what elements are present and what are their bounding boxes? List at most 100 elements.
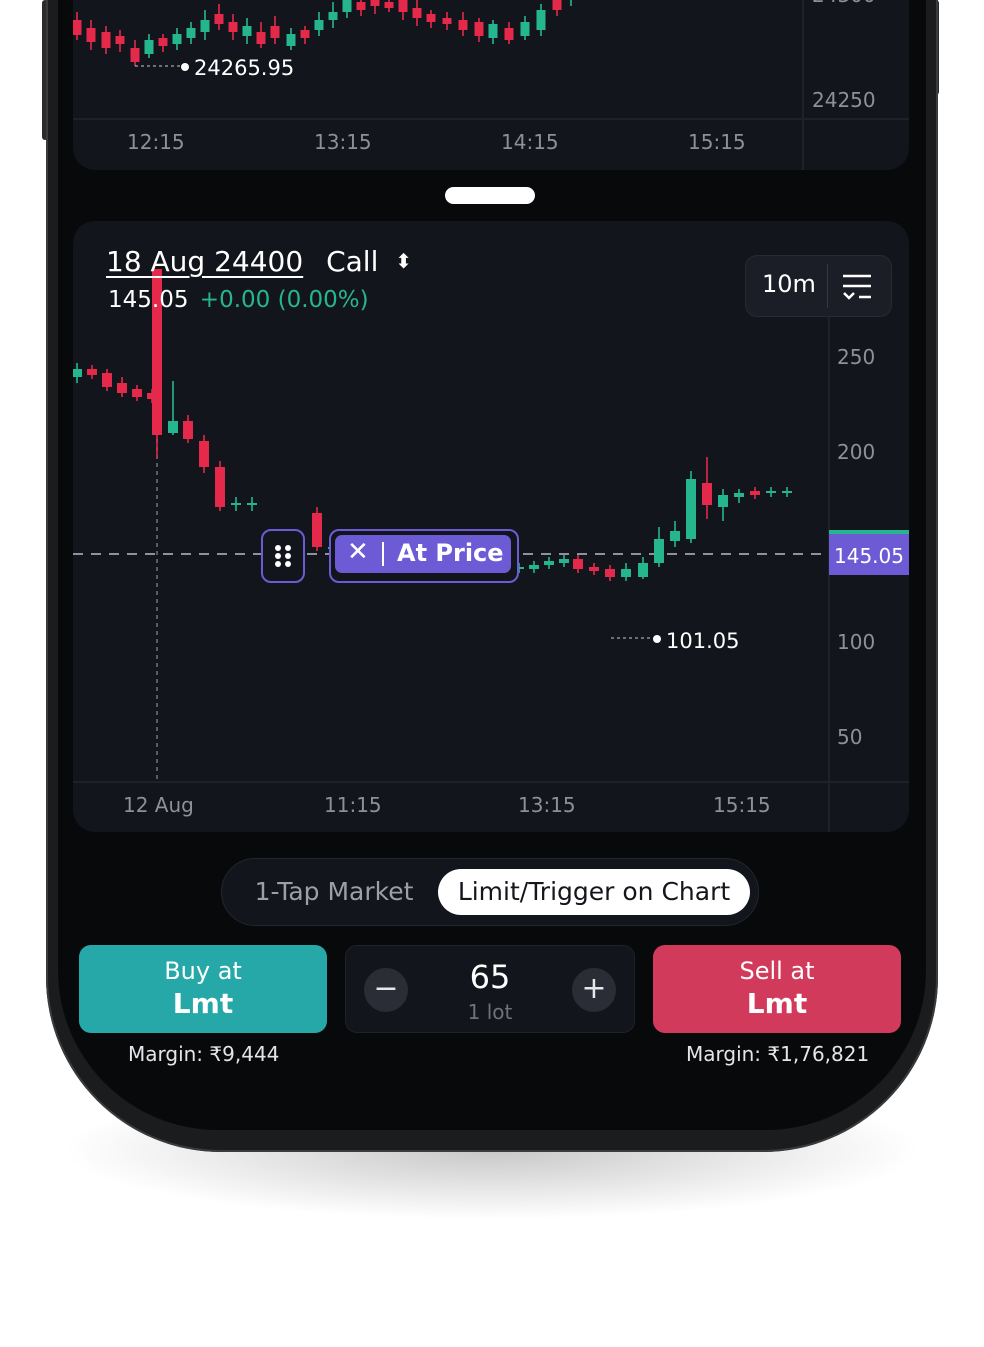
candle [356, 2, 366, 10]
candle [766, 491, 776, 493]
candle [686, 479, 696, 539]
order-line-label: At Price [397, 539, 504, 567]
candle [342, 0, 352, 12]
candle [529, 565, 539, 569]
candle [186, 28, 196, 38]
candle [242, 26, 252, 36]
price-axis-label: 50 [837, 725, 862, 749]
candle [87, 369, 97, 375]
candle [504, 28, 514, 40]
candle [589, 567, 599, 571]
candle [488, 24, 498, 38]
candle [782, 491, 792, 493]
sell-button[interactable]: Sell at Lmt [653, 945, 901, 1033]
order-mode-toggle: 1-Tap Market Limit/Trigger on Chart [221, 858, 759, 926]
candle [442, 18, 452, 24]
price-axis-label: 250 [837, 345, 875, 369]
time-axis-label: 14:15 [501, 130, 559, 154]
ltp: 145.05 [108, 287, 189, 313]
candle [115, 36, 125, 44]
candle [231, 503, 241, 505]
time-axis-label: 11:15 [324, 793, 382, 817]
candle [86, 28, 96, 42]
time-axis-label: 12:15 [127, 130, 185, 154]
low-marker-label: 101.05 [666, 629, 739, 653]
candle [300, 30, 310, 38]
candle [73, 369, 82, 377]
candle [702, 483, 712, 505]
candle [256, 32, 266, 44]
candle [654, 539, 664, 563]
grip-dots-icon [275, 545, 291, 567]
candle [638, 563, 648, 577]
divider [827, 264, 828, 308]
contract-name[interactable]: 18 Aug 24400 [106, 245, 303, 278]
candle [312, 513, 322, 547]
candle [412, 8, 422, 18]
order-mode-market[interactable]: 1-Tap Market [234, 869, 434, 915]
price-change: +0.00 (0.00%) [199, 287, 369, 313]
candle [670, 531, 680, 541]
candle [559, 559, 569, 563]
time-axis-label: 15:15 [688, 130, 746, 154]
phone-screen: 24265.95 24300 24250 12:15 13:15 14:15 1… [58, 0, 926, 1130]
candle [458, 20, 468, 30]
buy-line2: Lmt [172, 987, 234, 1020]
candle [172, 34, 182, 44]
order-line-pill-inner: ✕ At Price [335, 535, 511, 573]
candle [552, 0, 562, 10]
candle [426, 14, 436, 22]
current-price-tag: 145.05 [829, 530, 909, 575]
candle [605, 569, 615, 577]
index-chart-panel[interactable]: 24265.95 24300 24250 12:15 13:15 14:15 1… [73, 0, 909, 170]
candle [158, 38, 168, 46]
candle [73, 20, 82, 35]
candle [101, 32, 111, 48]
candle [398, 0, 408, 12]
chart-settings-icon[interactable] [841, 272, 873, 302]
candle [384, 2, 394, 8]
price-row: 145.05 +0.00 (0.00%) [108, 287, 369, 313]
candle [718, 495, 728, 507]
order-line-pill: ✕ At Price [329, 529, 519, 583]
timeframe-control: 10m [745, 255, 892, 317]
price-axis-label: 24250 [812, 88, 876, 112]
candle [314, 20, 324, 30]
price-axis-label: 100 [837, 630, 875, 654]
candle [270, 26, 280, 38]
option-type[interactable]: Call [326, 245, 378, 278]
timeframe-button[interactable]: 10m [762, 270, 816, 298]
candle [328, 12, 338, 20]
candle [117, 383, 127, 393]
candle [286, 34, 296, 46]
price-axis-label: 24300 [812, 0, 876, 7]
candle [544, 561, 554, 565]
low-marker-dot [653, 635, 661, 643]
buy-button[interactable]: Buy at Lmt [79, 945, 327, 1033]
option-chart-panel[interactable]: 101.05 250 200 100 50 12 Aug 11:15 13:15… [73, 221, 909, 832]
swap-sort-icon[interactable]: ⬍ [395, 249, 412, 273]
candle [132, 389, 142, 397]
current-price-label: 145.05 [834, 544, 904, 568]
increase-quantity-button[interactable]: + [572, 968, 616, 1012]
close-icon[interactable]: ✕ [347, 537, 369, 567]
low-marker-dot [181, 63, 189, 71]
candle [144, 40, 154, 54]
candle [215, 467, 225, 507]
candle [200, 20, 210, 32]
candle [214, 14, 224, 24]
time-axis-label: 15:15 [713, 793, 771, 817]
order-mode-limit-on-chart[interactable]: Limit/Trigger on Chart [438, 869, 750, 915]
order-line-drag-handle[interactable] [261, 529, 305, 583]
sheet-drag-handle[interactable] [445, 187, 535, 204]
price-axis-label: 200 [837, 440, 875, 464]
candle [573, 559, 583, 569]
candle [734, 493, 744, 497]
candle [536, 10, 546, 30]
divider [382, 542, 384, 566]
sell-line1: Sell at [739, 957, 815, 985]
sell-margin: Margin: ₹1,76,821 [686, 1042, 870, 1066]
time-axis-label: 13:15 [314, 130, 372, 154]
candle [750, 491, 760, 495]
buy-margin: Margin: ₹9,444 [128, 1042, 280, 1066]
